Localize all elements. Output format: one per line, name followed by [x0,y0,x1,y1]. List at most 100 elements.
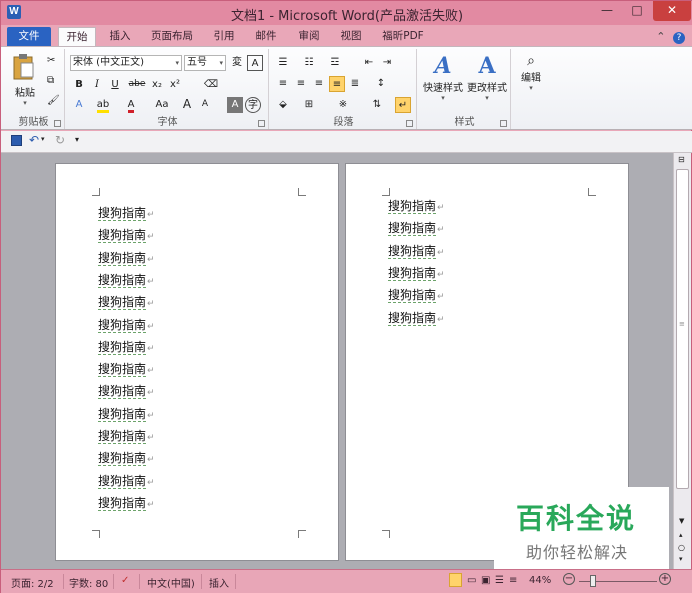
word-count[interactable]: 字数: 80 [69,575,108,590]
proofing-icon[interactable]: ✓ [121,575,129,586]
font-name-combo[interactable]: 宋体 (中文正文) ▾ [70,55,182,71]
font-color-icon[interactable]: A [123,97,139,113]
font-size-combo[interactable]: 五号 ▾ [184,55,226,71]
quick-styles-button[interactable]: A 快速样式 ▾ [421,53,465,102]
sort-icon[interactable]: ⇅ [369,97,385,113]
tab-file[interactable]: 文件 [7,27,51,47]
grow-font-button[interactable]: A [179,97,195,113]
text-line[interactable]: 搜狗指南↵ [98,472,155,489]
scroll-down-icon[interactable]: ▼ [679,517,684,525]
text-line[interactable]: 搜狗指南↵ [98,249,155,266]
line-spacing-icon[interactable]: ↕ [373,76,389,92]
font-launcher-icon[interactable] [258,120,265,127]
web-layout-icon[interactable]: ▣ [481,575,490,586]
char-shading-icon[interactable]: A [227,97,243,113]
char-border-icon[interactable]: A [247,55,263,71]
cut-icon[interactable]: ✂ [47,55,55,66]
text-line[interactable]: 搜狗指南↵ [98,338,155,355]
language-indicator[interactable]: 中文(中国) [147,575,195,590]
highlight-icon[interactable]: ab [95,97,111,113]
superscript-button[interactable]: x² [167,77,183,93]
change-styles-button[interactable]: A 更改样式 ▾ [465,53,509,102]
collapse-ribbon-icon[interactable]: ⌃ [656,30,665,43]
text-line[interactable]: 搜狗指南↵ [98,449,155,467]
zoom-in-icon[interactable]: + [659,573,671,585]
text-line[interactable]: 搜狗指南↵ [98,293,155,311]
distribute-icon[interactable]: ≣ [347,76,363,92]
text-line[interactable]: 搜狗指南↵ [388,286,445,304]
text-line[interactable]: 搜狗指南↵ [98,360,155,378]
chinese-layout-icon[interactable]: ※ [335,97,351,113]
tab-view[interactable]: 视图 [333,27,369,47]
insert-mode-indicator[interactable]: 插入 [209,575,229,590]
phonetic-guide-icon[interactable]: 変 [229,55,245,71]
change-case-button[interactable]: Aa [151,97,173,113]
text-line[interactable]: 搜狗指南↵ [388,264,445,281]
increase-indent-icon[interactable]: ⇥ [379,55,395,71]
customize-qat-icon[interactable]: ▾ [75,135,79,144]
tab-insert[interactable]: 插入 [102,27,138,47]
ruler-toggle-icon[interactable]: ⊟ [678,155,685,164]
text-line[interactable]: 搜狗指南↵ [388,197,445,214]
text-line[interactable]: 搜狗指南↵ [98,382,155,400]
shading-icon[interactable]: ⬙ [275,97,291,113]
tab-foxit-pdf[interactable]: 福昕PDF [375,27,431,47]
format-painter-icon[interactable]: 🖌 [47,95,60,106]
paragraph-launcher-icon[interactable] [406,120,413,127]
minimize-button[interactable]: — [593,1,621,21]
outline-view-icon[interactable]: ☰ [495,575,504,586]
underline-button[interactable]: U [107,77,123,93]
text-line[interactable]: 搜狗指南↵ [98,271,155,288]
save-icon[interactable] [11,135,22,146]
prev-page-icon[interactable]: ▴ [679,531,683,539]
vertical-scrollbar[interactable]: ⊟ ≡ ▼ ▴ ○ ▾ [673,153,691,569]
strikethrough-button[interactable]: abe [127,77,147,93]
draft-view-icon[interactable]: ≡ [509,575,517,586]
bullets-icon[interactable]: ☰ [275,55,291,71]
browse-object-icon[interactable]: ○ [678,543,685,552]
copy-icon[interactable]: ⧉ [47,75,54,86]
text-line[interactable]: 搜狗指南↵ [98,427,155,444]
page-1[interactable]: 搜狗指南↵ 搜狗指南↵ 搜狗指南↵ 搜狗指南↵ 搜狗指南↵ 搜狗指南↵ 搜狗指南↵ 搜狗指南↵… [55,163,339,561]
italic-button[interactable]: I [89,77,105,93]
align-left-icon[interactable]: ≡ [275,76,291,92]
align-center-icon[interactable]: ≡ [293,76,309,92]
align-right-icon[interactable]: ≡ [311,76,327,92]
shrink-font-button[interactable]: A [197,97,213,113]
borders-icon[interactable]: ⊞ [301,97,317,113]
subscript-button[interactable]: x₂ [149,77,165,93]
page-count[interactable]: 页面: 2/2 [11,575,54,590]
styles-launcher-icon[interactable] [500,120,507,127]
show-marks-icon[interactable]: ↵ [395,97,411,113]
print-layout-view-icon[interactable] [449,573,462,587]
tab-references[interactable]: 引用 [206,27,242,47]
zoom-slider-handle[interactable] [590,575,596,587]
tab-mailings[interactable]: 邮件 [248,27,284,47]
clipboard-launcher-icon[interactable] [54,120,61,127]
close-button[interactable]: ✕ [653,1,691,21]
text-line[interactable]: 搜狗指南↵ [388,309,445,326]
full-screen-reading-icon[interactable]: ▭ [467,575,476,586]
undo-icon[interactable]: ↶ [29,133,39,147]
zoom-out-icon[interactable]: − [563,573,575,585]
text-line[interactable]: 搜狗指南↵ [98,204,155,221]
tab-review[interactable]: 审阅 [291,27,327,47]
scroll-thumb[interactable]: ≡ [676,169,689,489]
text-line[interactable]: 搜狗指南↵ [98,226,155,244]
text-line[interactable]: 搜狗指南↵ [98,494,155,511]
text-effects-icon[interactable]: A [71,97,87,113]
decrease-indent-icon[interactable]: ⇤ [361,55,377,71]
bold-button[interactable]: B [71,77,87,93]
help-icon[interactable]: ? [673,32,685,44]
zoom-level[interactable]: 44% [529,575,551,586]
text-line[interactable]: 搜狗指南↵ [98,316,155,333]
editing-button[interactable]: ⌕ 编辑 ▾ [515,53,547,92]
tab-home[interactable]: 开始 [58,27,96,47]
tab-page-layout[interactable]: 页面布局 [144,27,200,47]
undo-dropdown-icon[interactable]: ▾ [41,135,45,143]
numbering-icon[interactable]: ☷ [301,55,317,71]
enclose-char-icon[interactable]: 字 [245,97,261,113]
text-line[interactable]: 搜狗指南↵ [388,242,445,259]
text-line[interactable]: 搜狗指南↵ [98,405,155,422]
paste-button[interactable]: 粘贴 ▾ [11,53,39,107]
